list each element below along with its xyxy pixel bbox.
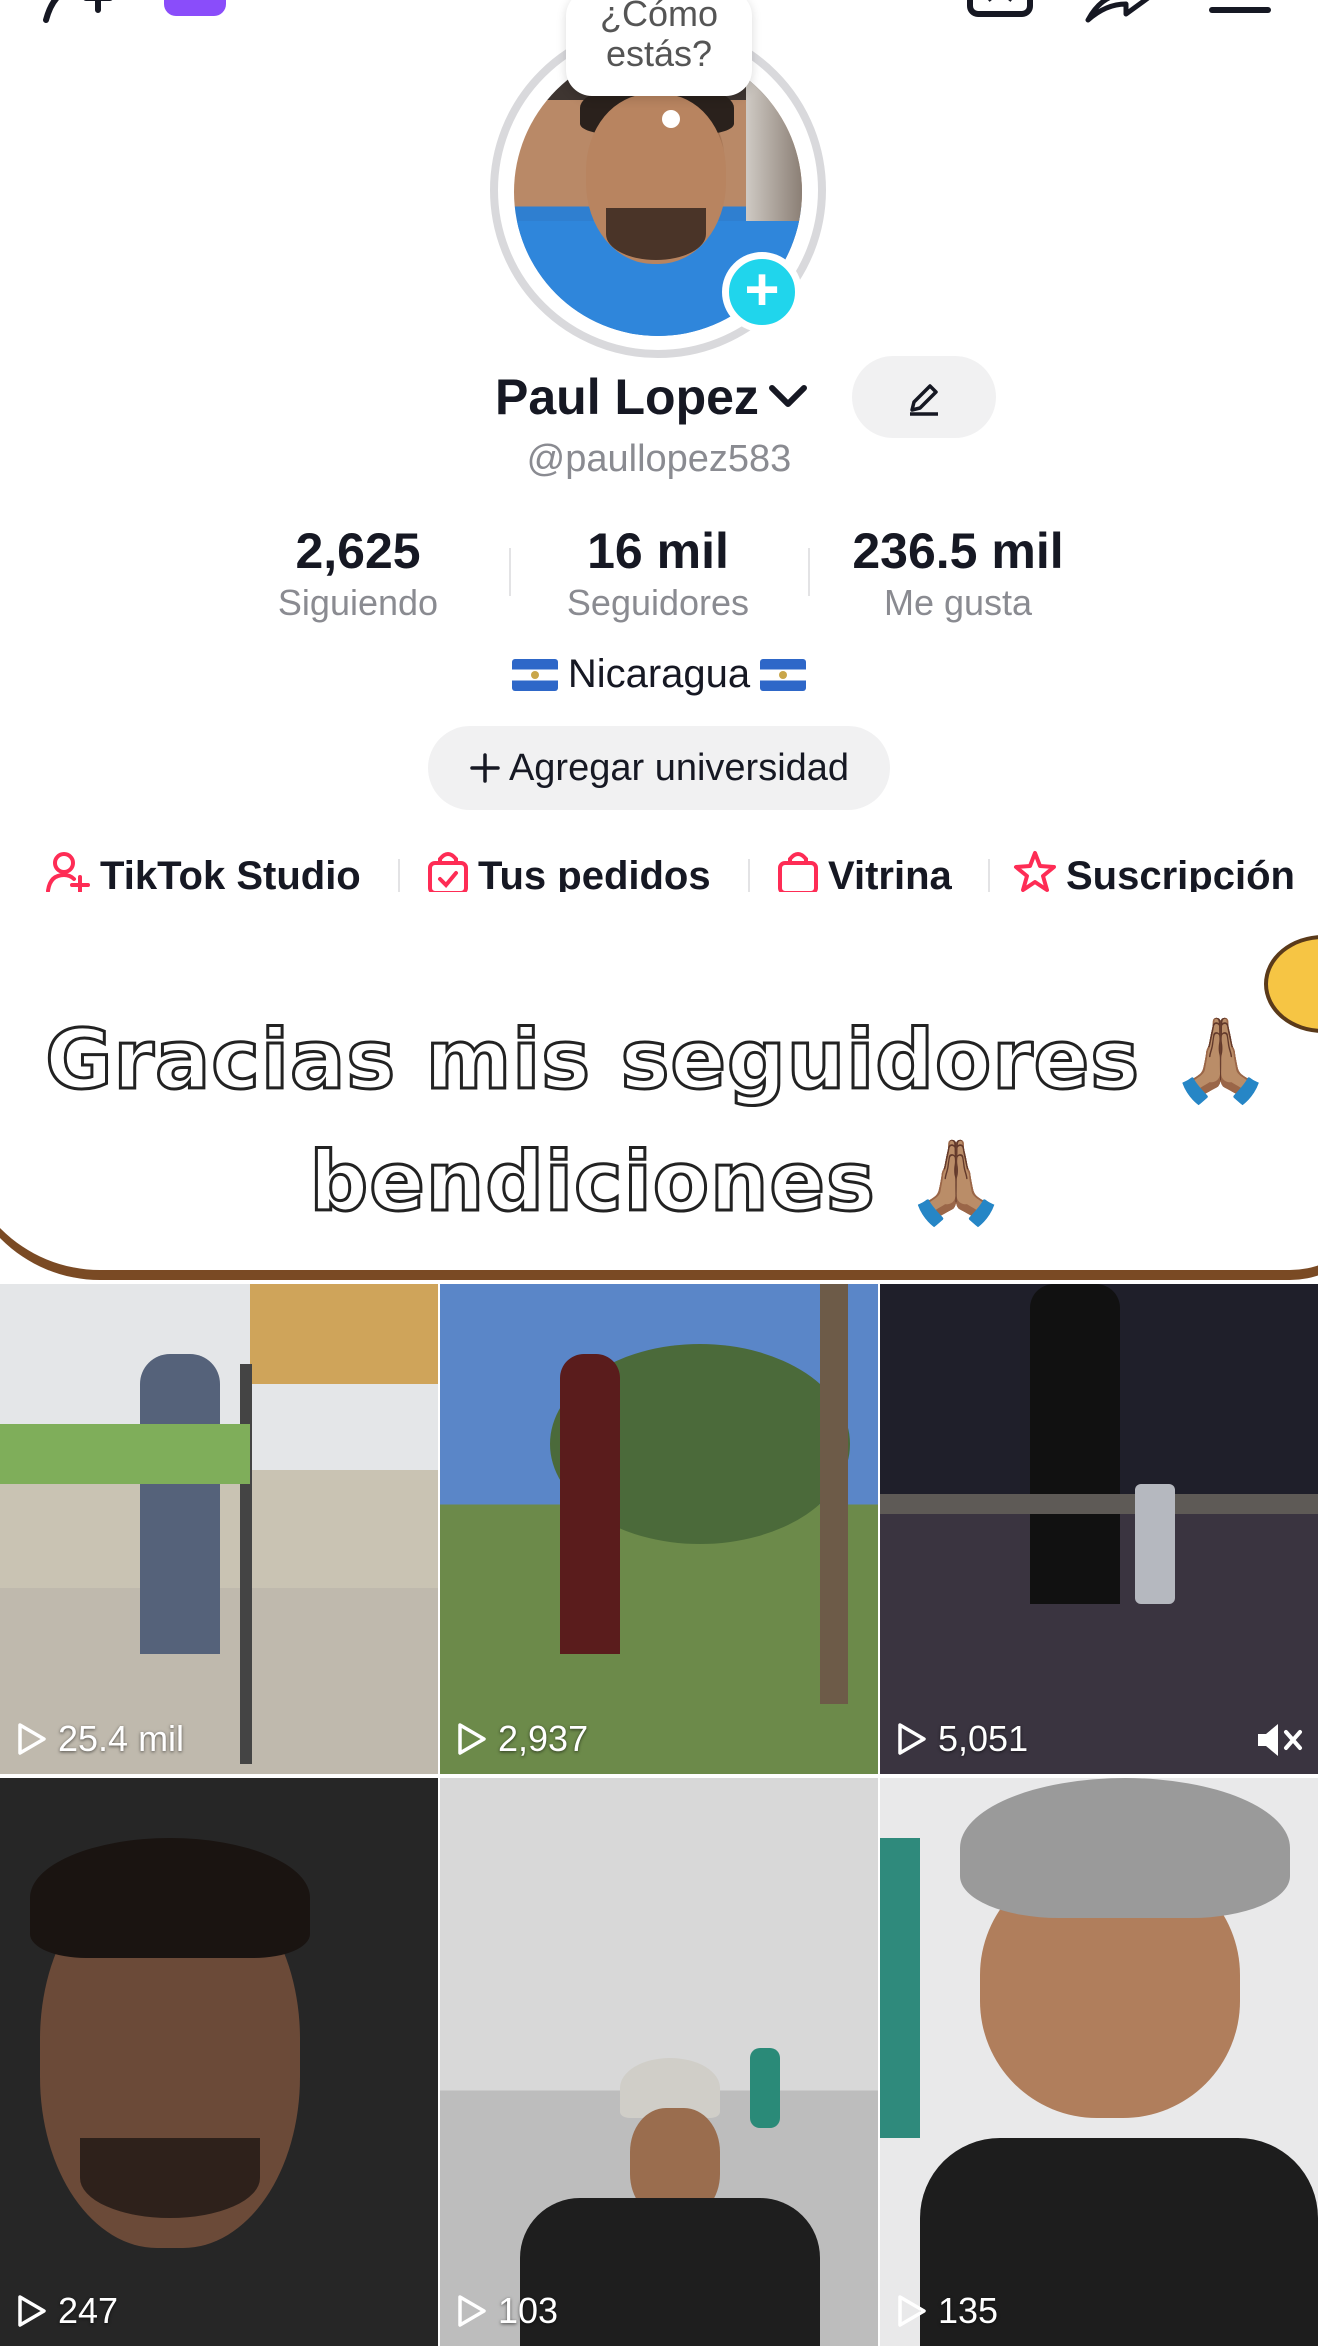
play-icon <box>458 2295 486 2327</box>
creator-icon <box>46 852 90 895</box>
video-tile[interactable]: 2,937 <box>440 1284 878 1774</box>
nicaragua-flag-icon <box>511 659 558 691</box>
banner-text: Gracias mis seguidores 🙏🏽 bendiciones 🙏🏽 <box>0 1000 1318 1244</box>
profile-name[interactable]: Paul Lopez <box>495 368 759 426</box>
add-university-label: Agregar universidad <box>508 747 850 789</box>
status-text-line2: estás? <box>605 33 713 74</box>
play-icon <box>18 2295 46 2327</box>
star-icon <box>1014 851 1056 892</box>
bio-location: Nicaragua <box>0 652 1318 697</box>
play-icon <box>898 1723 926 1755</box>
play-icon <box>898 2295 926 2327</box>
plus-icon <box>470 753 500 783</box>
view-count: 5,051 <box>938 1718 1029 1759</box>
coins-badge-icon[interactable] <box>164 0 226 16</box>
stat-label: Seguidores <box>566 582 750 623</box>
muted-speaker-icon[interactable] <box>1254 1720 1304 1760</box>
stat-value: 16 mil <box>587 523 729 579</box>
bubble-dot <box>662 110 680 128</box>
add-friend-icon[interactable] <box>40 0 120 24</box>
view-count: 2,937 <box>498 1718 589 1759</box>
stat-label: Me gusta <box>883 582 1033 623</box>
chevron-down-icon[interactable] <box>766 378 810 414</box>
video-tile[interactable]: 25.4 mil <box>0 1284 438 1774</box>
play-icon <box>458 1723 486 1755</box>
nicaragua-flag-icon <box>760 659 807 691</box>
banner-line2: bendiciones 🙏🏽 <box>308 1134 1009 1232</box>
add-university-button[interactable]: Agregar universidad <box>428 726 890 810</box>
share-icon[interactable] <box>1082 0 1152 24</box>
status-text-line1: ¿Cómo <box>599 0 719 34</box>
profile-handle: @paullopez583 <box>526 438 792 480</box>
play-icon <box>18 1723 46 1755</box>
status-bubble[interactable]: ¿Cómo estás? <box>566 0 752 96</box>
calendar-icon[interactable] <box>966 0 1036 20</box>
shopping-bag-check-icon <box>428 852 468 895</box>
video-tile[interactable]: 247 <box>0 1778 438 2346</box>
menu-icon[interactable] <box>1208 0 1272 16</box>
video-tile[interactable]: 135 <box>880 1778 1318 2346</box>
stat-following[interactable]: 2,625 Siguiendo <box>208 522 508 624</box>
view-count: 135 <box>938 2290 999 2331</box>
stat-label: Siguiendo <box>277 582 439 623</box>
view-count: 25.4 mil <box>58 1718 185 1759</box>
stat-value: 236.5 mil <box>852 523 1064 579</box>
add-story-button[interactable]: + <box>722 252 802 332</box>
banner-line1: Gracias mis seguidores 🙏🏽 <box>44 1012 1274 1110</box>
location-text: Nicaragua <box>567 652 751 696</box>
shopping-bag-icon <box>778 852 818 895</box>
video-tile[interactable]: 103 <box>440 1778 878 2346</box>
video-tile[interactable]: 5,051 <box>880 1284 1318 1774</box>
stat-value: 2,625 <box>295 523 421 579</box>
view-count: 103 <box>498 2290 559 2331</box>
stat-likes[interactable]: 236.5 mil Me gusta <box>808 522 1108 624</box>
stat-followers[interactable]: 16 mil Seguidores <box>508 522 808 624</box>
edit-profile-button[interactable] <box>852 356 996 438</box>
pencil-icon <box>910 384 938 416</box>
view-count: 247 <box>58 2290 119 2331</box>
